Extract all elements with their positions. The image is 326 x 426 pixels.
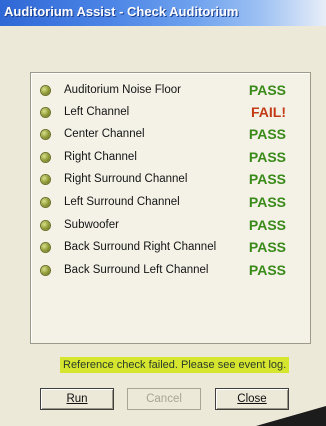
check-result: FAIL! — [251, 104, 286, 120]
check-result: PASS — [248, 239, 286, 255]
window-title: Auditorium Assist - Check Auditorium — [4, 4, 239, 19]
check-label: Auditorium Noise Floor — [64, 84, 181, 96]
check-row-center-channel: Center Channel PASS — [31, 125, 310, 145]
check-row-back-surround-right: Back Surround Right Channel PASS — [31, 238, 310, 258]
status-led-icon — [41, 221, 50, 230]
check-result: PASS — [248, 82, 286, 98]
check-result: PASS — [248, 149, 286, 165]
check-result: PASS — [248, 171, 286, 187]
check-label: Right Channel — [64, 151, 137, 163]
check-result: PASS — [248, 126, 286, 142]
status-led-icon — [41, 86, 50, 95]
status-led-icon — [41, 243, 50, 252]
check-result: PASS — [248, 217, 286, 233]
check-row-noise-floor: Auditorium Noise Floor PASS — [31, 81, 310, 101]
close-button-label: Close — [237, 393, 267, 405]
cancel-button[interactable]: Cancel — [127, 388, 201, 410]
check-row-right-channel: Right Channel PASS — [31, 148, 310, 168]
check-label: Right Surround Channel — [64, 173, 188, 185]
status-led-icon — [41, 153, 50, 162]
check-label: Back Surround Right Channel — [64, 241, 217, 253]
check-result: PASS — [248, 262, 286, 278]
check-row-left-surround: Left Surround Channel PASS — [31, 193, 310, 213]
status-led-icon — [41, 108, 50, 117]
check-row-left-channel: Left Channel FAIL! — [31, 103, 310, 123]
title-bar[interactable]: Auditorium Assist - Check Auditorium — [0, 0, 326, 26]
status-led-icon — [41, 175, 50, 184]
check-row-back-surround-left: Back Surround Left Channel PASS — [31, 261, 310, 281]
check-label: Back Surround Left Channel — [64, 264, 209, 276]
check-label: Center Channel — [64, 128, 145, 140]
cancel-button-label: Cancel — [146, 393, 182, 405]
run-button[interactable]: Run — [40, 388, 114, 410]
check-result: PASS — [248, 194, 286, 210]
status-led-icon — [41, 266, 50, 275]
check-label: Left Channel — [64, 106, 130, 118]
run-button-label: Run — [66, 393, 88, 405]
check-row-subwoofer: Subwoofer PASS — [31, 216, 310, 236]
check-label: Subwoofer — [64, 219, 119, 231]
check-auditorium-window: Auditorium Assist - Check Auditorium Aud… — [0, 0, 326, 426]
status-led-icon — [41, 130, 50, 139]
status-message: Reference check failed. Please see event… — [60, 357, 290, 373]
corner-shadow — [256, 406, 326, 426]
check-list-panel: Auditorium Noise Floor PASS Left Channel… — [30, 72, 311, 344]
check-row-right-surround: Right Surround Channel PASS — [31, 170, 310, 190]
check-label: Left Surround Channel — [64, 196, 180, 208]
status-led-icon — [41, 198, 50, 207]
